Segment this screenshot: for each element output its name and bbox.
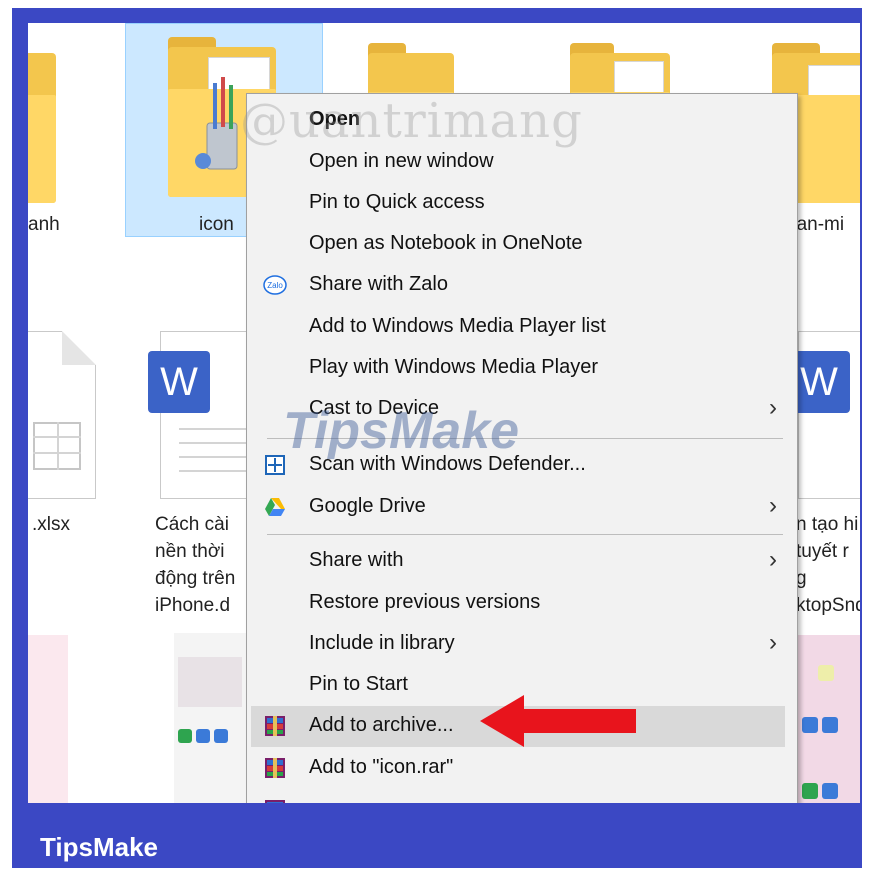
watermark-quantrimang: @uantrimang (240, 93, 583, 149)
svg-text:Zalo: Zalo (267, 281, 283, 290)
menu-item-include-library[interactable]: Include in library › (247, 624, 797, 665)
file-label-xlsx: .xlsx (32, 514, 70, 535)
folder-icon[interactable] (28, 53, 56, 203)
zalo-icon: Zalo (263, 275, 287, 295)
winrar-icon (265, 758, 285, 778)
chevron-right-icon: › (769, 394, 777, 421)
menu-separator (267, 534, 783, 535)
xlsx-file-icon[interactable] (28, 331, 96, 499)
folder-label-icon: icon (199, 214, 234, 235)
chevron-right-icon: › (769, 629, 777, 656)
google-drive-icon (265, 498, 285, 516)
winrar-icon (265, 800, 285, 803)
word-icon: W (148, 351, 210, 413)
menu-item-play-wmp[interactable]: Play with Windows Media Player (247, 348, 797, 389)
menu-item-add-to-icon-rar[interactable]: Add to "icon.rar" (247, 748, 797, 789)
image-thumbnail[interactable] (798, 635, 860, 803)
menu-item-add-wmp-list[interactable]: Add to Windows Media Player list (247, 307, 797, 348)
tipsmake-logo: TipsMake (40, 832, 159, 862)
menu-item-partial[interactable] (247, 790, 797, 803)
image-thumbnail[interactable] (28, 635, 68, 803)
menu-item-pin-quick-access[interactable]: Pin to Quick access (247, 183, 797, 224)
menu-item-google-drive[interactable]: Google Drive › (247, 487, 797, 528)
menu-item-share-with[interactable]: Share with › (247, 541, 797, 582)
file-explorer-view: anh icon han-mi .xlsx W Cách cài nền thờ… (28, 23, 860, 803)
chevron-right-icon: › (769, 492, 777, 519)
watermark-tipsmake: TipsMake (283, 402, 520, 460)
red-arrow-icon (480, 695, 636, 747)
menu-item-open-onenote[interactable]: Open as Notebook in OneNote (247, 224, 797, 265)
folder-label-anh: anh (28, 214, 60, 235)
winrar-icon (265, 716, 285, 736)
file-label-doc-right: n tạo hi tuyết r g ktopSnd (796, 514, 860, 616)
image-thumbnail[interactable] (174, 633, 246, 803)
file-label-doc: Cách cài nền thời động trên iPhone.d (155, 514, 236, 616)
chevron-right-icon: › (769, 546, 777, 573)
menu-item-restore-versions[interactable]: Restore previous versions (247, 583, 797, 624)
menu-item-share-zalo[interactable]: Zalo Share with Zalo (247, 265, 797, 306)
